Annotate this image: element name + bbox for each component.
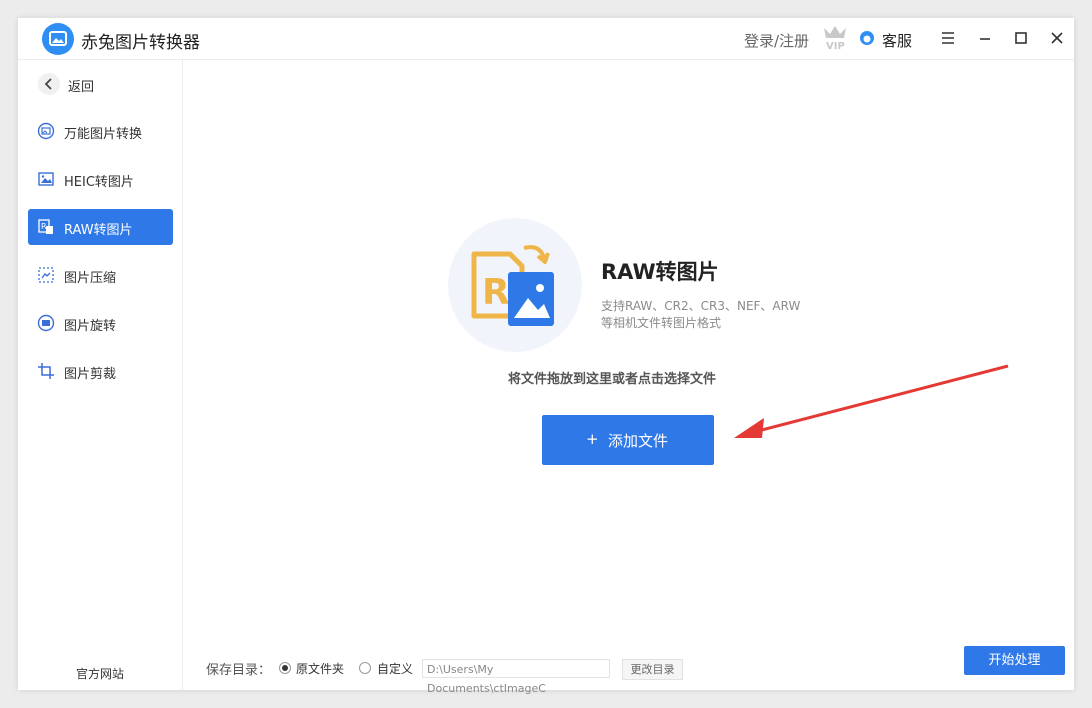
- format-description: 支持RAW、CR2、CR3、NEF、ARW 等相机文件转图片格式: [601, 298, 800, 332]
- save-directory-label: 保存目录：: [206, 663, 272, 678]
- heic-image-icon: [38, 172, 54, 186]
- sidebar-item-raw[interactable]: R RAW转图片: [28, 209, 173, 245]
- svg-text:VIP: VIP: [826, 41, 845, 52]
- vip-crown-icon[interactable]: VIP: [822, 24, 848, 52]
- menu-icon[interactable]: [939, 29, 957, 47]
- sidebar-item-label: HEIC转图片: [64, 175, 134, 190]
- crop-icon: [38, 363, 54, 379]
- compress-icon: [38, 267, 54, 283]
- sidebar-item-label: 万能图片转换: [64, 127, 143, 142]
- sidebar: 返回 万能图片转换 HEIC转图片 R RAW转图片 图片压缩 图片旋转 图片剪…: [18, 59, 183, 690]
- drop-zone-hint: 将文件拖放到这里或者点击选择文件: [508, 372, 717, 387]
- add-file-label: 添加文件: [608, 432, 669, 450]
- sidebar-item-compress[interactable]: 图片压缩: [28, 257, 173, 293]
- annotation-arrow-icon: [734, 364, 1009, 438]
- maximize-icon[interactable]: [1012, 29, 1030, 47]
- sidebar-item-heic[interactable]: HEIC转图片: [28, 161, 173, 197]
- raw-hero-illustration: R: [448, 218, 582, 352]
- rotate-icon: [37, 314, 55, 332]
- radio-custom-label[interactable]: 自定义: [377, 660, 413, 677]
- start-processing-button[interactable]: 开始处理: [964, 646, 1065, 675]
- minimize-icon[interactable]: [976, 29, 994, 47]
- radio-original-folder-label[interactable]: 原文件夹: [296, 660, 344, 677]
- format-description-line: 等相机文件转图片格式: [601, 316, 722, 330]
- app-logo-icon: [42, 23, 74, 55]
- universal-convert-icon: [37, 122, 55, 140]
- sidebar-item-crop[interactable]: 图片剪裁: [28, 353, 173, 389]
- radio-original-folder[interactable]: [279, 662, 291, 674]
- svg-text:R: R: [482, 272, 510, 313]
- page-title: RAW转图片: [601, 260, 719, 284]
- add-file-button[interactable]: + 添加文件: [542, 415, 714, 465]
- sidebar-item-label: 图片压缩: [64, 271, 117, 286]
- app-title: 赤兔图片转换器: [81, 33, 200, 53]
- format-description-line: 支持RAW、CR2、CR3、NEF、ARW: [601, 299, 801, 313]
- sidebar-item-universal-convert[interactable]: 万能图片转换: [28, 113, 173, 149]
- sidebar-item-label: RAW转图片: [64, 223, 133, 238]
- sidebar-item-rotate[interactable]: 图片旋转: [28, 305, 173, 341]
- login-register-link[interactable]: 登录/注册: [744, 30, 809, 51]
- sidebar-item-label: 图片旋转: [64, 319, 117, 334]
- chevron-left-icon: [44, 78, 52, 90]
- official-website-link[interactable]: 官方网站: [76, 665, 124, 682]
- raw-file-icon: R: [471, 245, 554, 326]
- title-bar: 赤兔图片转换器 登录/注册 VIP 客服: [18, 18, 1074, 60]
- app-window: 赤兔图片转换器 登录/注册 VIP 客服 返回 万能图片转换 HEIC转图片 R…: [18, 18, 1074, 695]
- customer-service-link[interactable]: 客服: [882, 30, 912, 51]
- close-icon[interactable]: [1048, 29, 1066, 47]
- back-button[interactable]: [38, 73, 60, 95]
- change-directory-button[interactable]: 更改目录: [622, 659, 683, 680]
- output-path-input[interactable]: D:\Users\My Documents\ctImageC: [422, 659, 610, 695]
- raw-image-icon: R: [38, 219, 53, 234]
- sidebar-item-label: 图片剪裁: [64, 367, 117, 382]
- customer-service-icon[interactable]: [859, 30, 875, 46]
- plus-icon: +: [586, 430, 599, 448]
- radio-custom[interactable]: [359, 662, 371, 674]
- back-label[interactable]: 返回: [68, 76, 94, 95]
